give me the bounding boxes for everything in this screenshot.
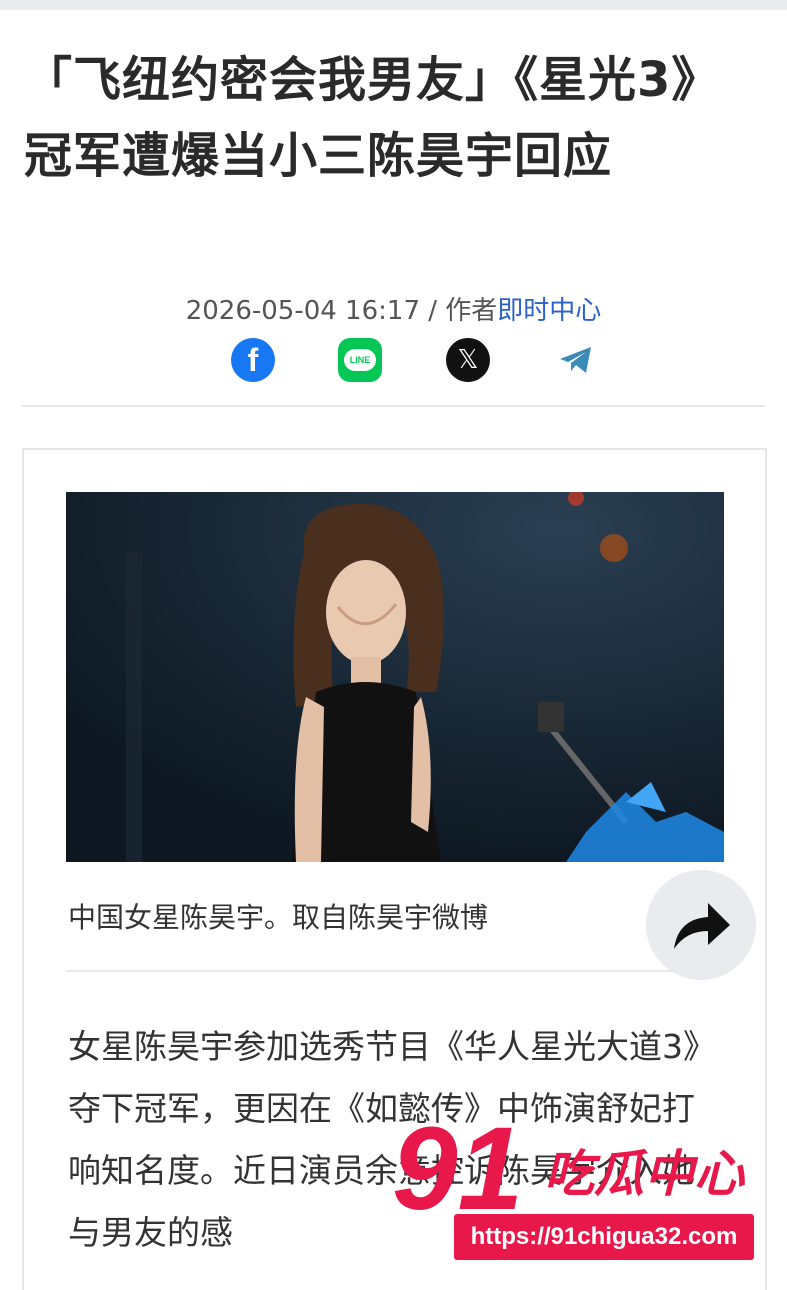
line-label: LINE — [344, 349, 376, 371]
share-arrow-icon — [674, 903, 730, 949]
article-meta: 2026-05-04 16:17 / 作者即时中心 — [0, 290, 787, 327]
header-divider — [22, 405, 765, 407]
watermark: 91 吃瓜中心 https://91chigua32.com — [392, 1104, 772, 1274]
facebook-icon[interactable]: f — [231, 338, 275, 382]
article-title: 「飞纽约密会我男友」《星光3》冠军遭爆当小三陈昊宇回应 — [24, 52, 721, 184]
watermark-title: 吃瓜中心 — [544, 1145, 744, 1203]
share-button[interactable] — [646, 870, 756, 980]
article-photo[interactable] — [66, 492, 724, 862]
photo-caption: 中国女星陈昊宇。取自陈昊宇微博 — [68, 901, 489, 934]
watermark-url: https://91chigua32.com — [454, 1214, 754, 1260]
author-prefix: 作者 — [445, 296, 498, 326]
top-strip — [0, 0, 787, 10]
telegram-icon[interactable] — [554, 338, 598, 382]
x-icon[interactable]: 𝕏 — [446, 338, 490, 382]
caption-divider — [66, 970, 722, 972]
line-icon[interactable]: LINE — [338, 338, 382, 382]
publish-date: 2026-05-04 16:17 — [185, 296, 420, 326]
share-row: f LINE 𝕏 — [0, 338, 787, 386]
author-link[interactable]: 即时中心 — [497, 296, 601, 326]
meta-separator: / — [419, 296, 446, 326]
